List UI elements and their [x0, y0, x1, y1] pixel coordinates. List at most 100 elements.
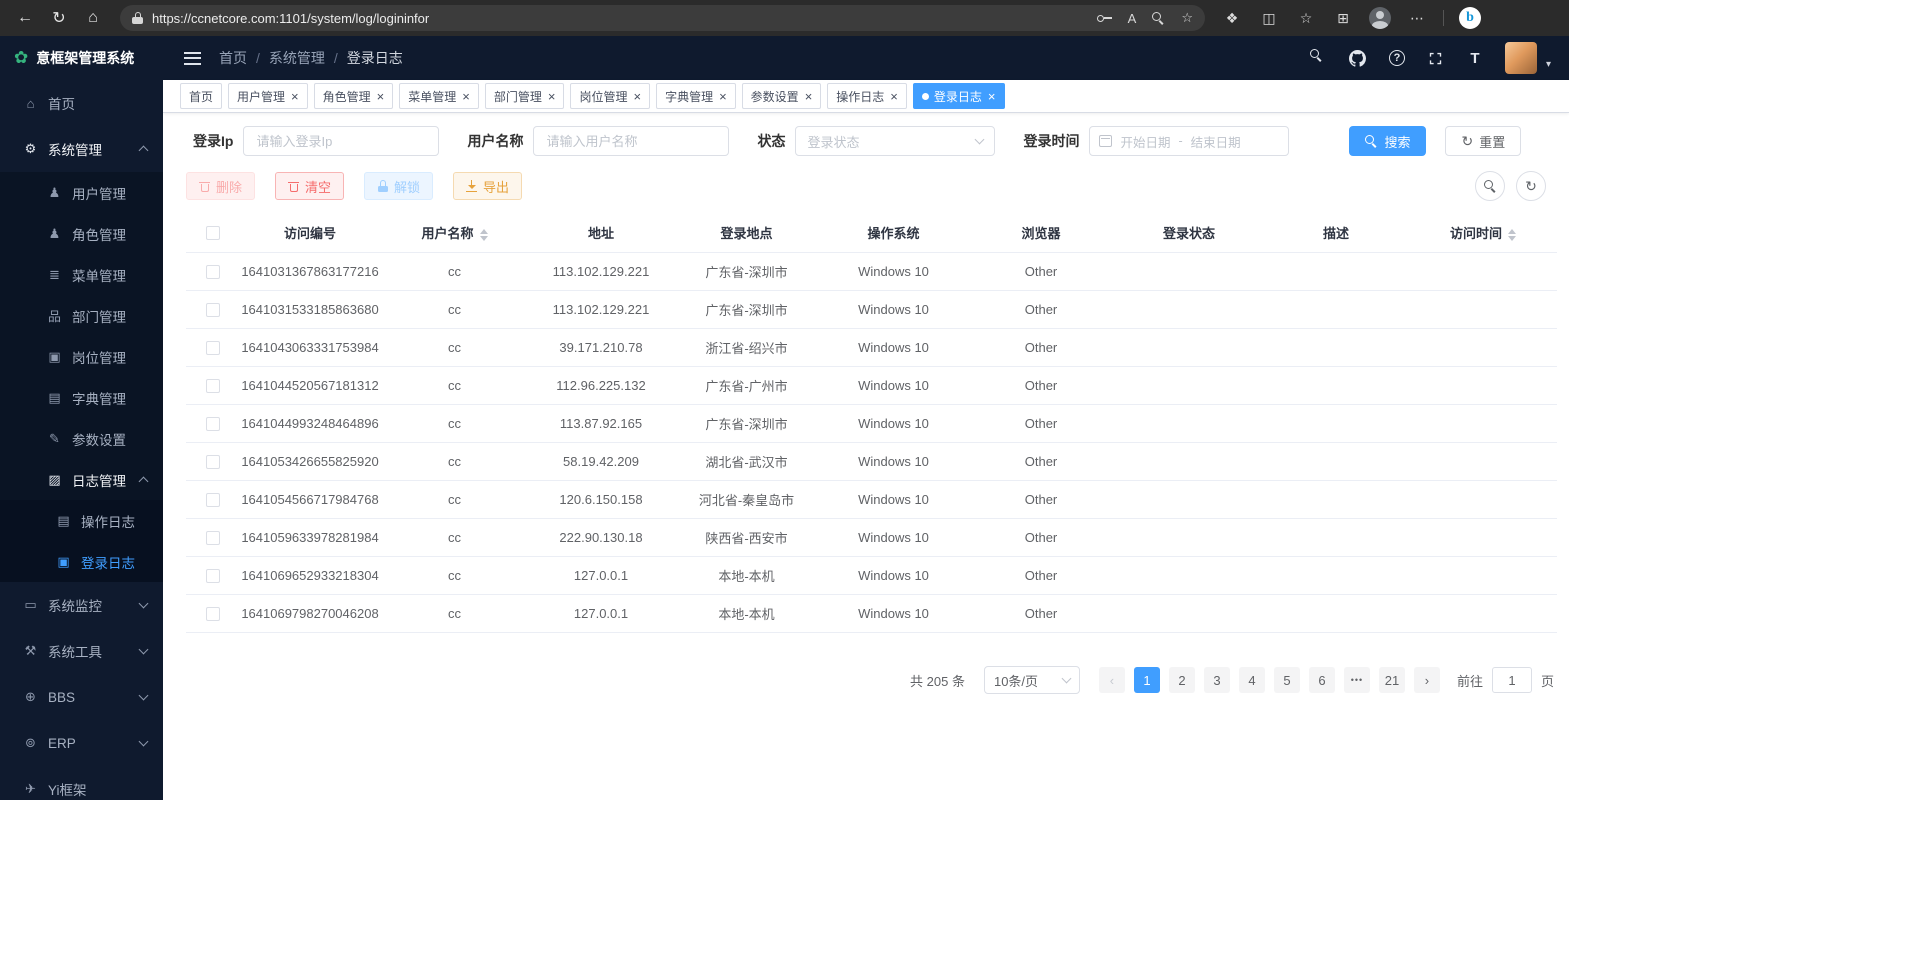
- sidebar-item-system-mgmt[interactable]: ⚙系统管理: [0, 126, 163, 172]
- sidebar-item-param-settings[interactable]: ✎参数设置: [0, 418, 163, 459]
- prev-page-button[interactable]: ‹: [1099, 667, 1125, 693]
- search-toggle-button[interactable]: [1475, 171, 1505, 201]
- close-icon[interactable]: ×: [548, 90, 556, 103]
- next-page-button[interactable]: ›: [1414, 667, 1440, 693]
- row-checkbox[interactable]: [206, 493, 220, 507]
- page-1-button[interactable]: 1: [1134, 667, 1160, 693]
- bing-copilot-icon[interactable]: b: [1459, 7, 1481, 29]
- sidebar-item-operation-log[interactable]: ▤操作日志: [0, 500, 163, 541]
- close-icon[interactable]: ×: [805, 90, 813, 103]
- breadcrumb-item[interactable]: 系统管理: [269, 48, 325, 68]
- extensions-icon[interactable]: ❖: [1221, 7, 1243, 29]
- export-button[interactable]: 导出: [453, 172, 522, 200]
- sidebar-item-yi-framework[interactable]: ✈Yi框架: [0, 766, 163, 800]
- close-icon[interactable]: ×: [462, 90, 470, 103]
- back-button[interactable]: ←: [10, 4, 40, 32]
- sidebar-item-user-mgmt[interactable]: ♟用户管理: [0, 172, 163, 213]
- sidebar-item-role-mgmt[interactable]: ♟角色管理: [0, 213, 163, 254]
- browser-profile-avatar[interactable]: [1369, 7, 1391, 29]
- favorites-icon[interactable]: ☆: [1295, 7, 1317, 29]
- sidebar-item-log-mgmt[interactable]: ▨日志管理: [0, 459, 163, 500]
- tab-post-mgmt[interactable]: 岗位管理×: [570, 83, 650, 109]
- refresh-table-button[interactable]: ↻: [1516, 171, 1546, 201]
- user-name-input[interactable]: [533, 126, 729, 156]
- sidebar-item-home[interactable]: ⌂首页: [0, 80, 163, 126]
- close-icon[interactable]: ×: [890, 90, 898, 103]
- unlock-button[interactable]: 解锁: [364, 172, 433, 200]
- sidebar-item-login-log[interactable]: ▣登录日志: [0, 541, 163, 582]
- row-checkbox[interactable]: [206, 379, 220, 393]
- clear-button[interactable]: 清空: [275, 172, 344, 200]
- tab-user-mgmt[interactable]: 用户管理×: [228, 83, 308, 109]
- select-all-checkbox[interactable]: [206, 226, 220, 240]
- sidebar-item-system-monitor[interactable]: ▭系统监控: [0, 582, 163, 628]
- row-checkbox[interactable]: [206, 265, 220, 279]
- font-size-icon[interactable]: T: [1466, 49, 1484, 67]
- column-header-time[interactable]: 访问时间: [1409, 213, 1557, 253]
- tab-login-log[interactable]: 登录日志×: [913, 83, 1005, 109]
- sidebar-item-dept-mgmt[interactable]: 品部门管理: [0, 295, 163, 336]
- app-logo[interactable]: ✿ 意框架管理系统: [0, 36, 163, 80]
- row-checkbox[interactable]: [206, 455, 220, 469]
- read-aloud-icon[interactable]: A: [1128, 11, 1137, 26]
- login-time-range-picker[interactable]: 开始日期 - 结束日期: [1089, 126, 1289, 156]
- page-size-select[interactable]: 10条/页: [984, 666, 1080, 694]
- sort-carets[interactable]: [1508, 229, 1516, 241]
- github-icon[interactable]: [1349, 49, 1367, 67]
- close-icon[interactable]: ×: [988, 90, 996, 103]
- url-text[interactable]: https://ccnetcore.com:1101/system/log/lo…: [152, 11, 1088, 26]
- help-icon[interactable]: ?: [1388, 49, 1406, 67]
- zoom-icon[interactable]: [1152, 12, 1165, 25]
- page-2-button[interactable]: 2: [1169, 667, 1195, 693]
- goto-page-input[interactable]: [1492, 667, 1532, 693]
- address-bar[interactable]: https://ccnetcore.com:1101/system/log/lo…: [120, 5, 1205, 31]
- close-icon[interactable]: ×: [633, 90, 641, 103]
- refresh-button[interactable]: ↻: [44, 4, 74, 32]
- more-menu-icon[interactable]: ⋯: [1406, 7, 1428, 29]
- sidebar-item-system-tools[interactable]: ⚒系统工具: [0, 628, 163, 674]
- column-header-user[interactable]: 用户名称: [380, 213, 529, 253]
- page-5-button[interactable]: 5: [1274, 667, 1300, 693]
- avatar[interactable]: [1505, 42, 1537, 74]
- page-3-button[interactable]: 3: [1204, 667, 1230, 693]
- ip-input[interactable]: [243, 126, 439, 156]
- row-checkbox[interactable]: [206, 417, 220, 431]
- page-4-button[interactable]: 4: [1239, 667, 1265, 693]
- breadcrumb-item[interactable]: 首页: [219, 48, 247, 68]
- tab-operation-log[interactable]: 操作日志×: [827, 83, 907, 109]
- close-icon[interactable]: ×: [719, 90, 727, 103]
- row-checkbox[interactable]: [206, 303, 220, 317]
- tab-role-mgmt[interactable]: 角色管理×: [314, 83, 394, 109]
- row-checkbox[interactable]: [206, 341, 220, 355]
- delete-button[interactable]: 删除: [186, 172, 255, 200]
- sidebar-item-erp[interactable]: ⊚ERP: [0, 720, 163, 766]
- close-icon[interactable]: ×: [377, 90, 385, 103]
- more-pages-button[interactable]: •••: [1344, 667, 1370, 693]
- fullscreen-icon[interactable]: [1427, 49, 1445, 67]
- tab-home[interactable]: 首页: [180, 83, 222, 109]
- search-icon[interactable]: [1310, 49, 1328, 67]
- page-21-button[interactable]: 21: [1379, 667, 1405, 693]
- row-checkbox[interactable]: [206, 531, 220, 545]
- reset-button[interactable]: ↻ 重置: [1445, 126, 1521, 156]
- sidebar-item-dict-mgmt[interactable]: ▤字典管理: [0, 377, 163, 418]
- password-key-icon[interactable]: [1097, 14, 1112, 23]
- tab-dept-mgmt[interactable]: 部门管理×: [485, 83, 565, 109]
- favorites-add-star-icon[interactable]: ☆: [1181, 10, 1193, 26]
- tab-dict-mgmt[interactable]: 字典管理×: [656, 83, 736, 109]
- sidebar-item-bbs[interactable]: ⊕BBS: [0, 674, 163, 720]
- tab-menu-mgmt[interactable]: 菜单管理×: [399, 83, 479, 109]
- sidebar-item-post-mgmt[interactable]: ▣岗位管理: [0, 336, 163, 377]
- page-6-button[interactable]: 6: [1309, 667, 1335, 693]
- row-checkbox[interactable]: [206, 569, 220, 583]
- sort-carets[interactable]: [480, 229, 488, 241]
- split-screen-icon[interactable]: ◫: [1258, 7, 1280, 29]
- hamburger-icon[interactable]: [184, 57, 201, 59]
- search-button[interactable]: 搜索: [1349, 126, 1426, 156]
- collections-icon[interactable]: ⊞: [1332, 7, 1354, 29]
- tab-param-settings[interactable]: 参数设置×: [742, 83, 822, 109]
- home-button[interactable]: ⌂: [78, 4, 108, 32]
- sidebar-item-menu-mgmt[interactable]: ≣菜单管理: [0, 254, 163, 295]
- status-select[interactable]: 登录状态: [795, 126, 995, 156]
- row-checkbox[interactable]: [206, 607, 220, 621]
